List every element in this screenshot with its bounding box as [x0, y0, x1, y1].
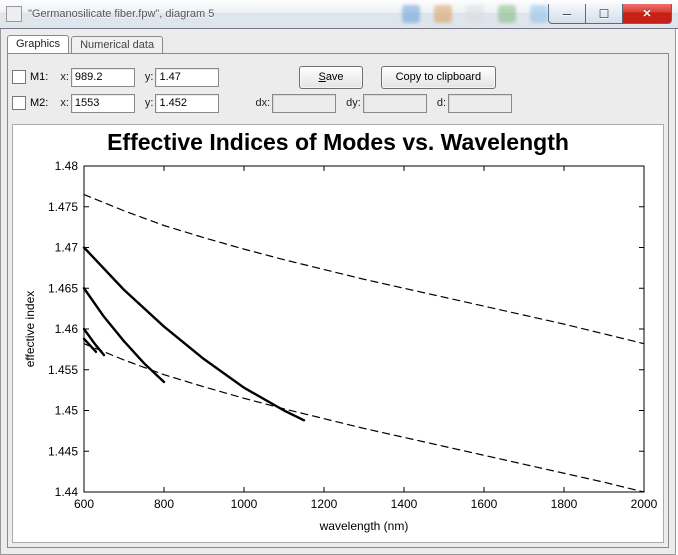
client-area: Graphics Numerical data M1: x: y: Save	[0, 29, 676, 555]
svg-text:1200: 1200	[311, 497, 338, 511]
window-title: "Germanosilicate fiber.fpw", diagram 5	[28, 8, 382, 20]
svg-text:600: 600	[74, 497, 94, 511]
d-label: d:	[437, 97, 446, 109]
copy-button-label: Copy to clipboard	[396, 71, 482, 83]
d-output	[448, 94, 512, 113]
svg-text:1.44: 1.44	[55, 485, 79, 499]
svg-text:1800: 1800	[551, 497, 578, 511]
m2-label: M2:	[30, 97, 48, 109]
graphics-panel: M1: x: y: Save Copy to clipboard	[7, 53, 669, 548]
tab-label: Graphics	[16, 38, 60, 50]
svg-text:1.48: 1.48	[55, 159, 79, 173]
marker-controls: M1: x: y: Save Copy to clipboard	[8, 56, 668, 120]
dx-label: dx:	[255, 97, 270, 109]
m1-y-input[interactable]	[155, 68, 219, 87]
window-buttons	[548, 4, 672, 24]
m1-x-input[interactable]	[71, 68, 135, 87]
window-minimize-button[interactable]	[548, 4, 585, 24]
window-toolbar-ghost	[402, 5, 548, 23]
checkbox-icon	[12, 70, 26, 84]
svg-text:1000: 1000	[231, 497, 258, 511]
m2-y-label: y:	[145, 97, 154, 109]
dy-label: dy:	[346, 97, 361, 109]
m1-checkbox[interactable]: M1:	[12, 70, 48, 84]
chart-area: Effective Indices of Modes vs. Wavelengt…	[12, 124, 664, 543]
save-button-hotkey: S	[318, 71, 325, 83]
svg-text:1.475: 1.475	[48, 200, 78, 214]
m1-x-label: x:	[60, 71, 69, 83]
svg-text:2000: 2000	[631, 497, 658, 511]
svg-text:1.455: 1.455	[48, 363, 78, 377]
window-maximize-button[interactable]	[585, 4, 622, 24]
svg-text:1.465: 1.465	[48, 281, 78, 295]
m1-label: M1:	[30, 71, 48, 83]
m2-checkbox[interactable]: M2:	[12, 96, 48, 110]
chart-title: Effective Indices of Modes vs. Wavelengt…	[13, 129, 663, 156]
save-button-rest: ave	[326, 71, 344, 83]
tab-numerical-data[interactable]: Numerical data	[71, 36, 163, 54]
checkbox-icon	[12, 96, 26, 110]
svg-text:effective index: effective index	[23, 291, 37, 368]
app-icon	[6, 6, 22, 22]
svg-text:1.445: 1.445	[48, 444, 78, 458]
save-button[interactable]: Save	[299, 66, 362, 89]
svg-text:1400: 1400	[391, 497, 418, 511]
m2-x-input[interactable]	[71, 94, 135, 113]
window-close-button[interactable]	[622, 4, 672, 24]
tab-label: Numerical data	[80, 39, 154, 51]
dy-output	[363, 94, 427, 113]
m1-y-label: y:	[145, 71, 154, 83]
chart-plot[interactable]: 600 800 1000 1200 1400 1600 1800 2000 1.44 1.445 1…	[18, 156, 658, 536]
svg-text:1600: 1600	[471, 497, 498, 511]
m2-x-label: x:	[60, 97, 69, 109]
svg-text:1.47: 1.47	[55, 241, 79, 255]
copy-to-clipboard-button[interactable]: Copy to clipboard	[381, 66, 497, 89]
svg-text:1.45: 1.45	[55, 404, 79, 418]
svg-text:1.46: 1.46	[55, 322, 79, 336]
svg-text:800: 800	[154, 497, 174, 511]
m2-y-input[interactable]	[155, 94, 219, 113]
svg-text:wavelength (nm): wavelength (nm)	[319, 519, 409, 533]
dx-output	[272, 94, 336, 113]
tab-strip: Graphics Numerical data	[7, 35, 162, 53]
tab-graphics[interactable]: Graphics	[7, 35, 69, 53]
window-titlebar: "Germanosilicate fiber.fpw", diagram 5	[0, 0, 678, 29]
